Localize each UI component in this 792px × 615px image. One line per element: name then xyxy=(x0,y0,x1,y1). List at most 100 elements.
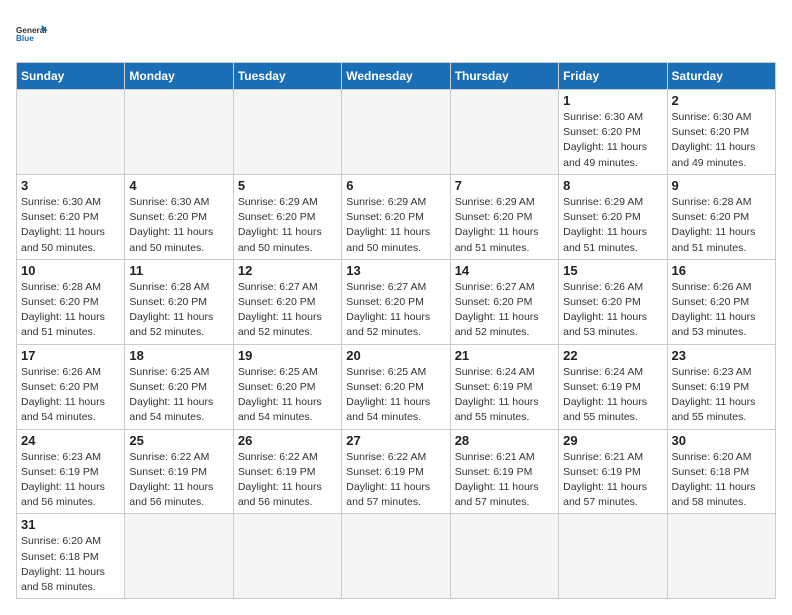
day-number: 8 xyxy=(563,178,662,193)
calendar-cell: 30Sunrise: 6:20 AM Sunset: 6:18 PM Dayli… xyxy=(667,429,775,514)
calendar-cell xyxy=(233,514,341,599)
calendar-cell: 4 Sunrise: 6:30 AM Sunset: 6:20 PM Daylig… xyxy=(125,174,233,259)
day-number: 19 xyxy=(238,348,337,363)
day-number: 28 xyxy=(455,433,554,448)
day-info: Sunrise: 6:22 AM Sunset: 6:19 PM Dayligh… xyxy=(346,450,445,511)
calendar-week-row: 24Sunrise: 6:23 AM Sunset: 6:19 PM Dayli… xyxy=(17,429,776,514)
day-info: Sunrise: 6:27 AM Sunset: 6:20 PM Dayligh… xyxy=(455,280,554,341)
day-number: 6 xyxy=(346,178,445,193)
day-number: 1 xyxy=(563,93,662,108)
day-number: 9 xyxy=(672,178,771,193)
calendar-cell: 22Sunrise: 6:24 AM Sunset: 6:19 PM Dayli… xyxy=(559,344,667,429)
calendar-cell: 7 Sunrise: 6:29 AM Sunset: 6:20 PM Daylig… xyxy=(450,174,558,259)
day-number: 15 xyxy=(563,263,662,278)
day-info: Sunrise: 6:26 AM Sunset: 6:20 PM Dayligh… xyxy=(21,365,120,426)
calendar-cell: 9Sunrise: 6:28 AM Sunset: 6:20 PM Daylig… xyxy=(667,174,775,259)
day-info: Sunrise: 6:22 AM Sunset: 6:19 PM Dayligh… xyxy=(129,450,228,511)
day-info: Sunrise: 6:25 AM Sunset: 6:20 PM Dayligh… xyxy=(129,365,228,426)
day-number: 12 xyxy=(238,263,337,278)
calendar-cell xyxy=(233,90,341,175)
day-info: Sunrise: 6:22 AM Sunset: 6:19 PM Dayligh… xyxy=(238,450,337,511)
day-info: Sunrise: 6:29 AM Sunset: 6:20 PM Dayligh… xyxy=(346,195,445,256)
day-number: 21 xyxy=(455,348,554,363)
svg-text:Blue: Blue xyxy=(16,34,34,43)
calendar-cell: 16 Sunrise: 6:26 AM Sunset: 6:20 PM Dayli… xyxy=(667,259,775,344)
day-info: Sunrise: 6:26 AM Sunset: 6:20 PM Dayligh… xyxy=(672,280,771,341)
calendar-cell: 2 Sunrise: 6:30 AM Sunset: 6:20 PM Daylig… xyxy=(667,90,775,175)
day-info: Sunrise: 6:21 AM Sunset: 6:19 PM Dayligh… xyxy=(563,450,662,511)
day-number: 17 xyxy=(21,348,120,363)
col-header-monday: Monday xyxy=(125,63,233,90)
calendar-header-row: SundayMondayTuesdayWednesdayThursdayFrid… xyxy=(17,63,776,90)
day-number: 27 xyxy=(346,433,445,448)
day-info: Sunrise: 6:23 AM Sunset: 6:19 PM Dayligh… xyxy=(672,365,771,426)
calendar-cell: 18 Sunrise: 6:25 AM Sunset: 6:20 PM Dayli… xyxy=(125,344,233,429)
calendar-cell: 6 Sunrise: 6:29 AM Sunset: 6:20 PM Daylig… xyxy=(342,174,450,259)
day-number: 16 xyxy=(672,263,771,278)
day-info: Sunrise: 6:20 AM Sunset: 6:18 PM Dayligh… xyxy=(21,534,120,595)
calendar-cell xyxy=(17,90,125,175)
calendar-cell xyxy=(559,514,667,599)
calendar-cell: 10Sunrise: 6:28 AM Sunset: 6:20 PM Dayli… xyxy=(17,259,125,344)
calendar-cell: 28Sunrise: 6:21 AM Sunset: 6:19 PM Dayli… xyxy=(450,429,558,514)
day-info: Sunrise: 6:20 AM Sunset: 6:18 PM Dayligh… xyxy=(672,450,771,511)
calendar-cell: 27 Sunrise: 6:22 AM Sunset: 6:19 PM Dayli… xyxy=(342,429,450,514)
calendar-cell xyxy=(667,514,775,599)
calendar-cell: 1Sunrise: 6:30 AM Sunset: 6:20 PM Daylig… xyxy=(559,90,667,175)
day-info: Sunrise: 6:25 AM Sunset: 6:20 PM Dayligh… xyxy=(238,365,337,426)
day-info: Sunrise: 6:30 AM Sunset: 6:20 PM Dayligh… xyxy=(21,195,120,256)
day-number: 4 xyxy=(129,178,228,193)
col-header-sunday: Sunday xyxy=(17,63,125,90)
day-number: 2 xyxy=(672,93,771,108)
day-number: 20 xyxy=(346,348,445,363)
calendar-cell: 19 Sunrise: 6:25 AM Sunset: 6:20 PM Dayli… xyxy=(233,344,341,429)
day-number: 13 xyxy=(346,263,445,278)
calendar-week-row: 1 Sunrise: 6:30 AM Sunset: 6:20 PM Daylig… xyxy=(17,90,776,175)
calendar-cell: 21Sunrise: 6:24 AM Sunset: 6:19 PM Dayli… xyxy=(450,344,558,429)
day-info: Sunrise: 6:29 AM Sunset: 6:20 PM Dayligh… xyxy=(455,195,554,256)
col-header-saturday: Saturday xyxy=(667,63,775,90)
calendar-cell: 12 Sunrise: 6:27 AM Sunset: 6:20 PM Dayli… xyxy=(233,259,341,344)
day-info: Sunrise: 6:30 AM Sunset: 6:20 PM Dayligh… xyxy=(672,110,771,171)
calendar-cell: 23Sunrise: 6:23 AM Sunset: 6:19 PM Dayli… xyxy=(667,344,775,429)
calendar-cell xyxy=(342,90,450,175)
day-number: 24 xyxy=(21,433,120,448)
day-info: Sunrise: 6:27 AM Sunset: 6:20 PM Dayligh… xyxy=(346,280,445,341)
calendar-cell: 20Sunrise: 6:25 AM Sunset: 6:20 PM Dayli… xyxy=(342,344,450,429)
calendar-table: SundayMondayTuesdayWednesdayThursdayFrid… xyxy=(16,62,776,599)
calendar-cell: 25 Sunrise: 6:22 AM Sunset: 6:19 PM Dayli… xyxy=(125,429,233,514)
col-header-friday: Friday xyxy=(559,63,667,90)
day-info: Sunrise: 6:29 AM Sunset: 6:20 PM Dayligh… xyxy=(238,195,337,256)
calendar-cell xyxy=(450,90,558,175)
calendar-cell: 15 Sunrise: 6:26 AM Sunset: 6:20 PM Dayli… xyxy=(559,259,667,344)
day-number: 10 xyxy=(21,263,120,278)
calendar-cell xyxy=(450,514,558,599)
day-number: 7 xyxy=(455,178,554,193)
calendar-cell: 31Sunrise: 6:20 AM Sunset: 6:18 PM Dayli… xyxy=(17,514,125,599)
day-info: Sunrise: 6:30 AM Sunset: 6:20 PM Dayligh… xyxy=(129,195,228,256)
day-number: 18 xyxy=(129,348,228,363)
day-number: 29 xyxy=(563,433,662,448)
day-number: 5 xyxy=(238,178,337,193)
calendar-cell: 8Sunrise: 6:29 AM Sunset: 6:20 PM Daylig… xyxy=(559,174,667,259)
col-header-wednesday: Wednesday xyxy=(342,63,450,90)
day-number: 26 xyxy=(238,433,337,448)
calendar-cell: 11Sunrise: 6:28 AM Sunset: 6:20 PM Dayli… xyxy=(125,259,233,344)
calendar-week-row: 10Sunrise: 6:28 AM Sunset: 6:20 PM Dayli… xyxy=(17,259,776,344)
calendar-cell: 5 Sunrise: 6:29 AM Sunset: 6:20 PM Daylig… xyxy=(233,174,341,259)
day-info: Sunrise: 6:27 AM Sunset: 6:20 PM Dayligh… xyxy=(238,280,337,341)
col-header-thursday: Thursday xyxy=(450,63,558,90)
calendar-cell: 3 Sunrise: 6:30 AM Sunset: 6:20 PM Daylig… xyxy=(17,174,125,259)
day-number: 3 xyxy=(21,178,120,193)
logo-svg: GeneralBlue xyxy=(16,16,52,52)
calendar-cell xyxy=(125,90,233,175)
day-info: Sunrise: 6:26 AM Sunset: 6:20 PM Dayligh… xyxy=(563,280,662,341)
calendar-week-row: 3 Sunrise: 6:30 AM Sunset: 6:20 PM Daylig… xyxy=(17,174,776,259)
calendar-cell: 29 Sunrise: 6:21 AM Sunset: 6:19 PM Dayli… xyxy=(559,429,667,514)
day-number: 22 xyxy=(563,348,662,363)
day-number: 14 xyxy=(455,263,554,278)
calendar-cell: 14 Sunrise: 6:27 AM Sunset: 6:20 PM Dayli… xyxy=(450,259,558,344)
day-number: 25 xyxy=(129,433,228,448)
calendar-cell: 17 Sunrise: 6:26 AM Sunset: 6:20 PM Dayli… xyxy=(17,344,125,429)
col-header-tuesday: Tuesday xyxy=(233,63,341,90)
